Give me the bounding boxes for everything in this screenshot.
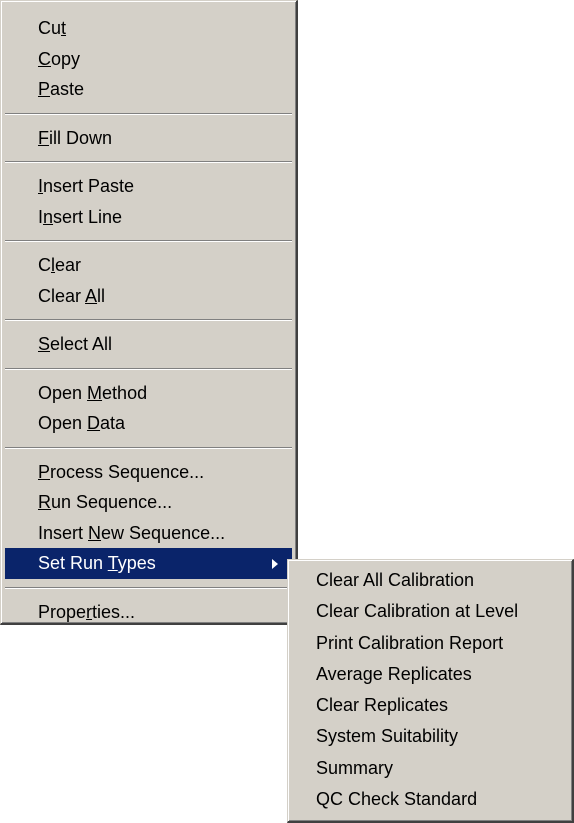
menu-item-clear[interactable]: Clear <box>1 250 296 281</box>
submenu-item-system-suitability[interactable]: System Suitability <box>288 721 572 752</box>
menu-item-select-all[interactable]: Select All <box>1 329 296 360</box>
menu-item-insert-new-sequence[interactable]: Insert New Sequence... <box>1 518 296 549</box>
context-menu: Cut Copy Paste Fill Down Insert Paste In… <box>0 0 298 625</box>
menu-item-cut[interactable]: Cut <box>1 13 296 44</box>
menu-separator <box>5 586 292 589</box>
menu-item-properties[interactable]: Properties... <box>1 597 296 628</box>
submenu-arrow-icon <box>272 559 278 569</box>
menu-item-insert-paste[interactable]: Insert Paste <box>1 171 296 202</box>
submenu-item-qc-check-standard[interactable]: QC Check Standard <box>288 784 572 815</box>
menu-separator <box>5 446 292 449</box>
submenu-item-clear-replicates[interactable]: Clear Replicates <box>288 690 572 721</box>
submenu-item-summary[interactable]: Summary <box>288 753 572 784</box>
submenu-item-clear-calibration-at-level[interactable]: Clear Calibration at Level <box>288 596 572 627</box>
menu-separator <box>5 161 292 163</box>
menu-item-insert-line[interactable]: Insert Line <box>1 202 296 233</box>
menu-item-process-sequence[interactable]: Process Sequence... <box>1 457 296 488</box>
submenu-item-print-calibration-report[interactable]: Print Calibration Report <box>288 628 572 659</box>
run-types-submenu: Clear All Calibration Clear Calibration … <box>287 559 574 823</box>
menu-item-open-data[interactable]: Open Data <box>1 408 296 439</box>
menu-separator <box>5 319 292 321</box>
menu-item-set-run-types[interactable]: Set Run Types <box>5 548 292 579</box>
menu-item-label: Set Run Types <box>38 553 156 573</box>
menu-item-copy[interactable]: Copy <box>1 44 296 75</box>
menu-item-clear-all[interactable]: Clear All <box>1 281 296 312</box>
submenu-item-clear-all-calibration[interactable]: Clear All Calibration <box>288 565 572 596</box>
menu-item-run-sequence[interactable]: Run Sequence... <box>1 487 296 518</box>
submenu-item-average-replicates[interactable]: Average Replicates <box>288 659 572 690</box>
menu-separator <box>5 367 292 370</box>
menu-item-paste[interactable]: Paste <box>1 74 296 105</box>
menu-separator <box>5 240 292 242</box>
menu-item-fill-down[interactable]: Fill Down <box>1 123 296 154</box>
menu-item-open-method[interactable]: Open Method <box>1 378 296 409</box>
menu-separator <box>5 112 292 115</box>
